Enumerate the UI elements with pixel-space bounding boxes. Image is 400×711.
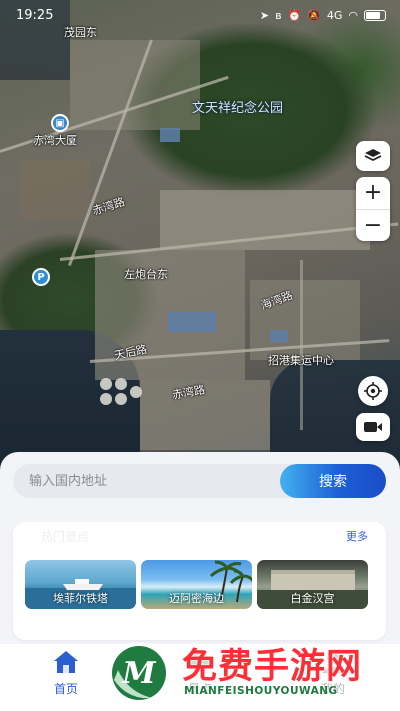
scenic-label: 埃菲尔铁塔 <box>53 592 108 605</box>
scenic-title: 热门景点 <box>41 530 90 544</box>
locate-button[interactable] <box>358 376 388 406</box>
map-block <box>160 190 370 250</box>
map-tank <box>115 378 127 390</box>
network-label: 4G <box>326 8 343 22</box>
zoom-control: + − <box>356 177 390 241</box>
wifi-icon: ◠ <box>348 8 358 22</box>
search-button[interactable]: 搜索 <box>280 464 386 498</box>
map-roof <box>168 312 216 332</box>
scenic-label: 迈阿密海边 <box>169 592 224 605</box>
map-label-port: 招港集运中心 <box>268 354 334 367</box>
map-roof <box>270 330 288 342</box>
search-input[interactable] <box>13 464 313 498</box>
scenic-card: 热门景点 更多 埃菲尔铁塔 迈阿密海边 白金汉宫 <box>13 522 386 640</box>
status-time: 19:25 <box>16 7 54 23</box>
scenic-label: 白金汉宫 <box>290 592 335 605</box>
map-road <box>300 260 303 430</box>
mute-icon: 🔕 <box>307 8 321 22</box>
more-link[interactable]: 更多 <box>346 528 368 544</box>
watermark-subtitle: MIANFEISHOUYOUWANG <box>184 685 338 697</box>
scenic-list: 埃菲尔铁塔 迈阿密海边 白金汉宫 <box>25 560 368 609</box>
map-roof <box>160 128 180 142</box>
scenic-item-buckingham[interactable]: 白金汉宫 <box>257 560 368 609</box>
nav-item-home[interactable]: 首页 <box>31 650 101 697</box>
layers-button[interactable] <box>356 141 390 171</box>
layers-icon <box>364 149 382 162</box>
watermark: M 免费手游网 MIANFEISHOUYOUWANG <box>102 636 400 711</box>
watermark-logo-icon: M <box>109 643 169 703</box>
scenic-item-eiffel[interactable]: 埃菲尔铁塔 <box>25 560 136 609</box>
zoom-in-button[interactable]: + <box>356 177 390 209</box>
locate-icon <box>364 382 382 400</box>
location-icon: ➤ <box>259 8 270 22</box>
map-tank <box>115 393 127 405</box>
alarm-icon: ⏰ <box>287 8 302 22</box>
scenic-item-miami[interactable]: 迈阿密海边 <box>141 560 252 609</box>
streetview-button[interactable] <box>356 413 390 441</box>
battery-icon <box>364 9 386 21</box>
map-tank <box>130 386 142 398</box>
nav-label: 首页 <box>53 682 78 696</box>
zoom-out-button[interactable]: − <box>356 208 390 242</box>
search-bar: 搜索 <box>13 464 386 498</box>
map-block <box>20 160 90 220</box>
map-label-park: 文天祥纪念公园 <box>192 101 284 116</box>
satellite-map[interactable]: 茂园东 文天祥纪念公园 ▣ 赤湾大厦 赤湾路 P 左炮台东 海湾路 天后路 招港… <box>0 0 400 470</box>
bluetooth-icon: ʙ <box>275 8 282 22</box>
map-label-road: 左炮台东 <box>124 268 168 281</box>
parking-icon: P <box>32 268 50 286</box>
building-icon: ▣ <box>51 114 69 132</box>
status-bar: 19:25 ➤ ʙ ⏰ 🔕 4G ◠ <box>0 0 400 30</box>
map-tank <box>100 393 112 405</box>
map-tank <box>100 378 112 390</box>
status-icons: ➤ ʙ ⏰ 🔕 4G ◠ <box>260 9 386 22</box>
svg-text:M: M <box>121 656 156 691</box>
home-icon <box>54 651 78 673</box>
camera-icon <box>364 422 382 432</box>
map-label-building: 赤湾大厦 <box>33 134 77 147</box>
watermark-title: 免费手游网 <box>182 647 363 687</box>
